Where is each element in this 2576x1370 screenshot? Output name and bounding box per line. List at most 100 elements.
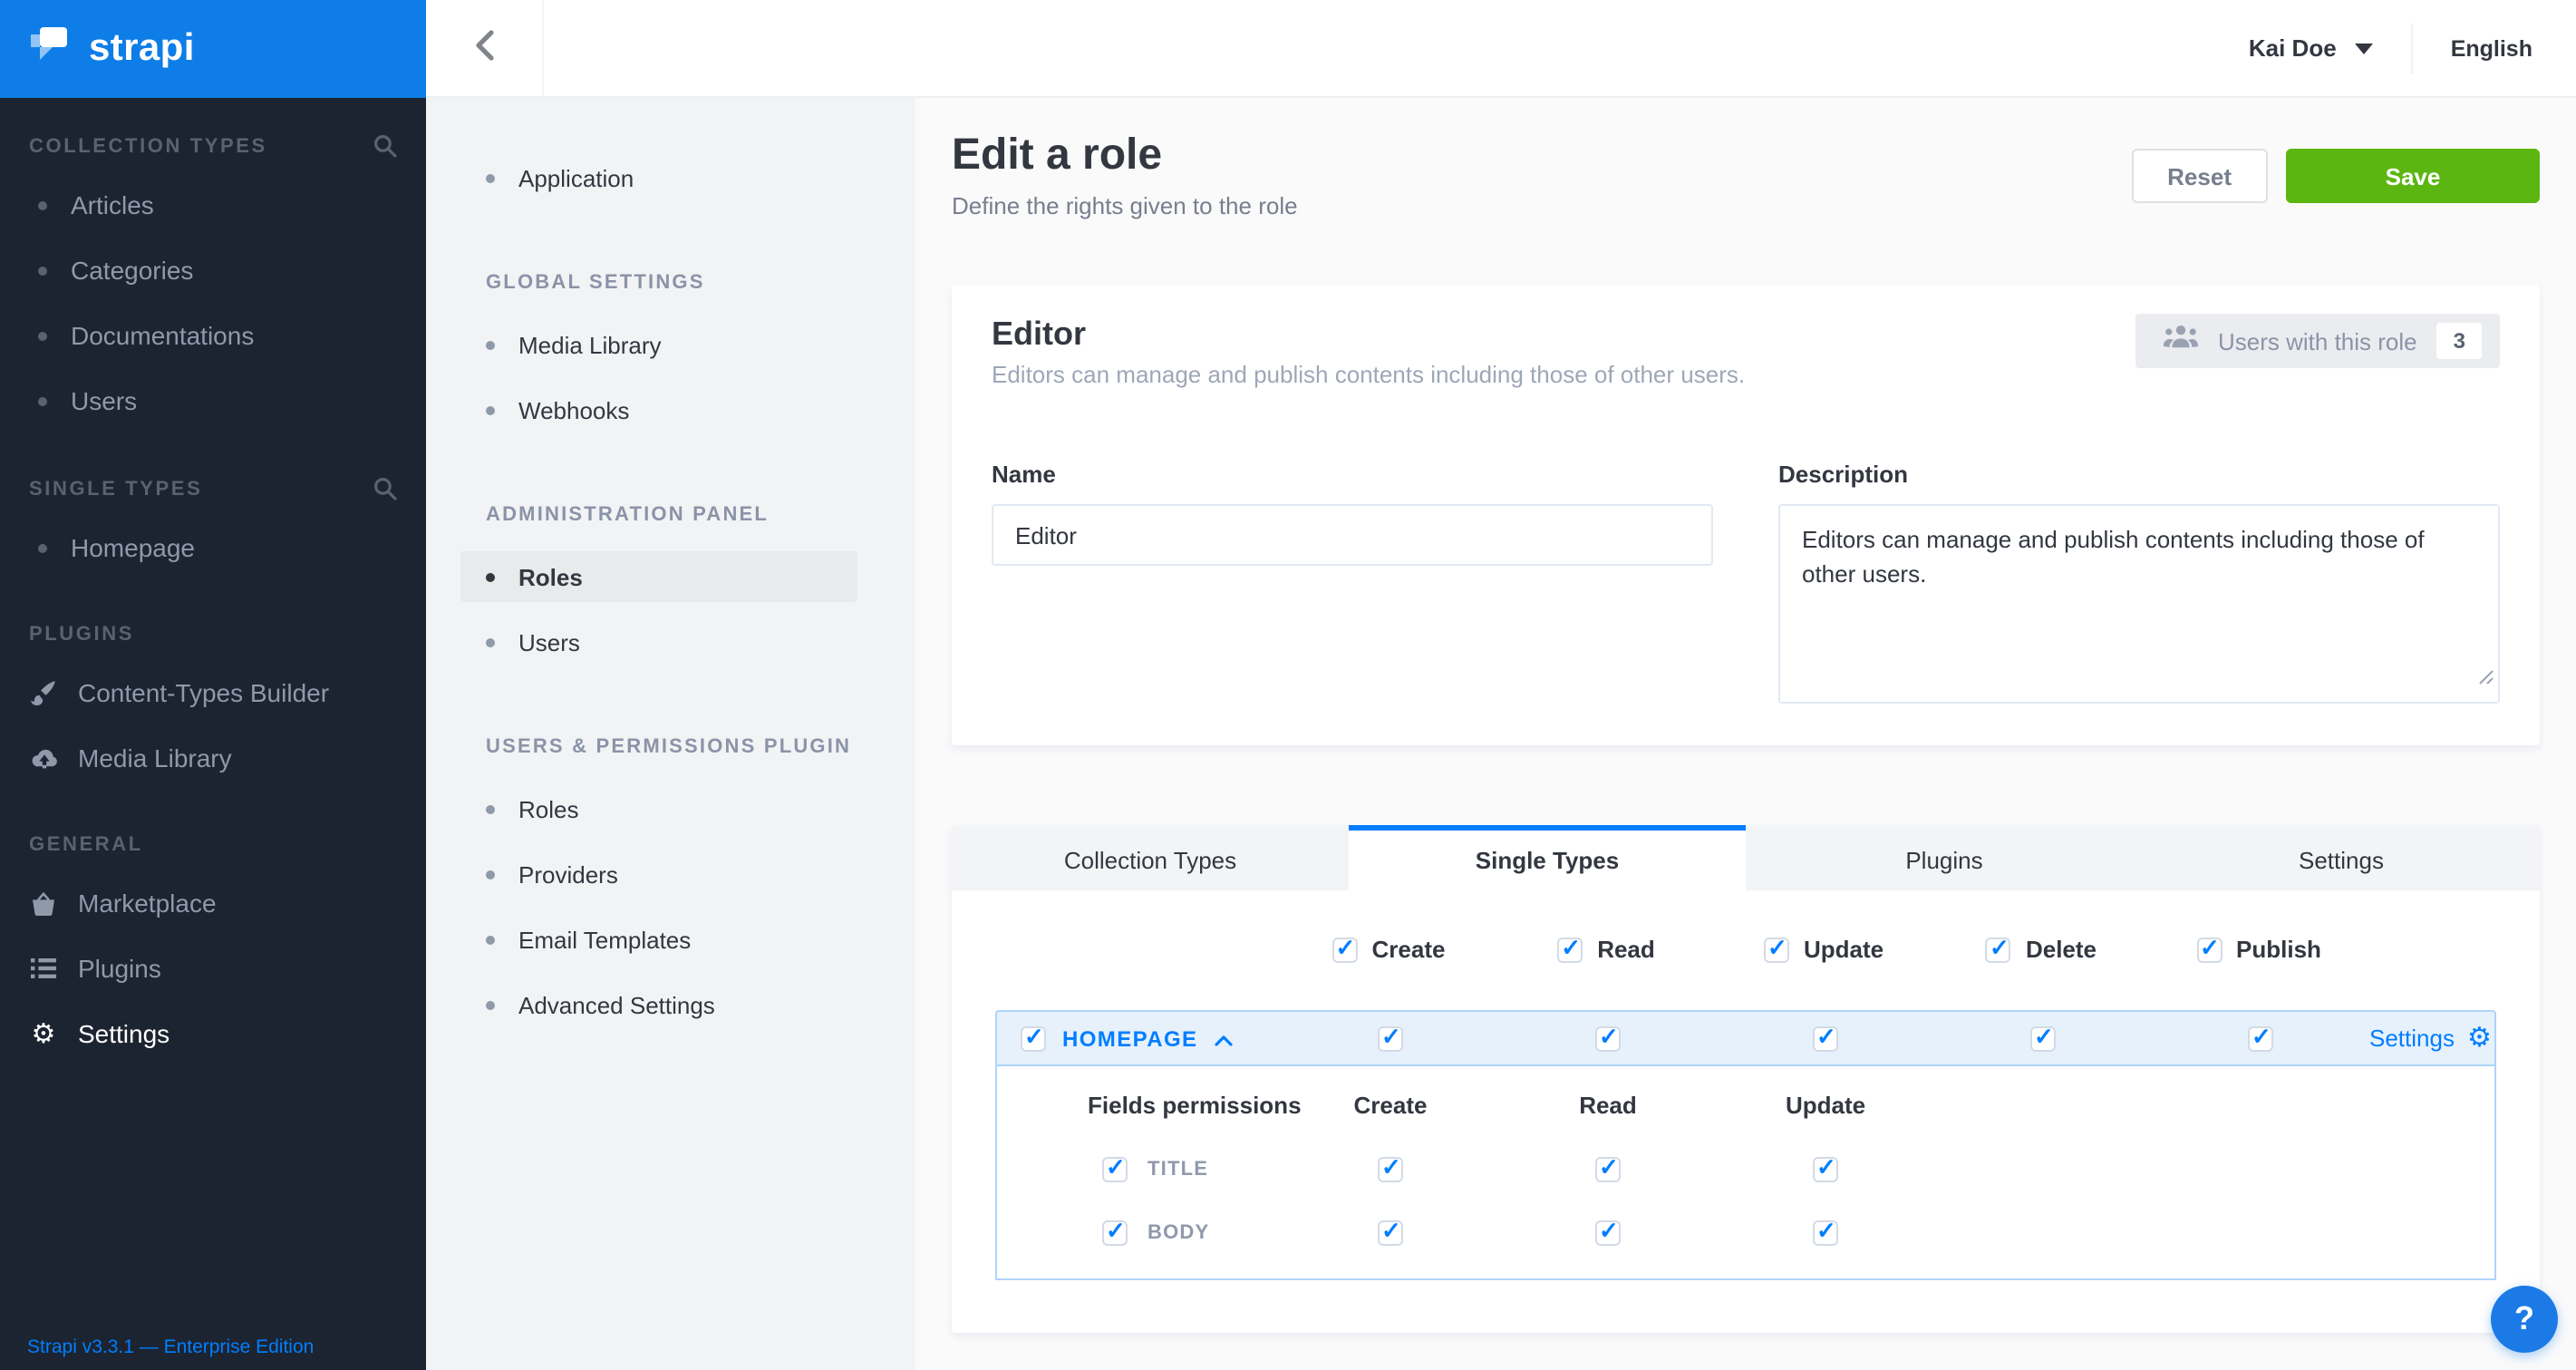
permissions-tabs: Collection Types Single Types Plugins Se… xyxy=(952,825,2540,890)
content-row: Application GLOBAL SETTINGS Media Librar… xyxy=(426,98,2576,1370)
delete-label: Delete xyxy=(2026,936,2097,963)
settings-item-admin-users[interactable]: Users xyxy=(460,617,857,667)
section-title-plugins: PLUGINS xyxy=(29,624,134,646)
tab-plugins[interactable]: Plugins xyxy=(1746,825,2143,890)
gear-icon: ⚙ xyxy=(29,1020,58,1047)
fields-permissions-header: Fields permissions Create Read Update xyxy=(997,1092,2494,1119)
homepage-link[interactable]: HOMEPAGE xyxy=(1062,1025,1197,1051)
settings-item-label: Media Library xyxy=(518,331,662,358)
title-create-checkbox[interactable] xyxy=(1378,1157,1403,1182)
settings-item-label: Users xyxy=(518,628,580,656)
settings-item-advanced-settings[interactable]: Advanced Settings xyxy=(460,979,857,1030)
settings-item-label: Roles xyxy=(518,795,579,822)
homepage-create-checkbox[interactable] xyxy=(1378,1025,1403,1051)
settings-section-global: GLOBAL SETTINGS xyxy=(486,272,857,294)
settings-item-label: Email Templates xyxy=(518,926,691,953)
settings-item-providers[interactable]: Providers xyxy=(460,849,857,899)
tab-settings[interactable]: Settings xyxy=(2143,825,2540,890)
back-button[interactable] xyxy=(426,0,544,96)
body-field-checkbox[interactable] xyxy=(1102,1220,1128,1246)
sidebar-item-media-library[interactable]: Media Library xyxy=(0,725,426,791)
tab-single-types[interactable]: Single Types xyxy=(1349,825,1746,890)
body-read-checkbox[interactable] xyxy=(1595,1220,1621,1246)
create-label: Create xyxy=(1372,936,1446,963)
title-field-checkbox[interactable] xyxy=(1102,1157,1128,1182)
sidebar-item-settings[interactable]: ⚙ Settings xyxy=(0,1001,426,1066)
sidebar-item-plugins[interactable]: Plugins xyxy=(0,936,426,1001)
strapi-logo[interactable]: strapi xyxy=(0,0,426,98)
sidebar-section-single-types: SINGLE TYPES Homepage xyxy=(0,477,426,580)
settings-item-media-library[interactable]: Media Library xyxy=(460,319,857,370)
reset-button[interactable]: Reset xyxy=(2131,149,2268,203)
gear-icon: ⚙ xyxy=(2467,1025,2492,1052)
sidebar-item-categories[interactable]: Categories xyxy=(0,238,426,303)
sidebar-section-collection-types: COLLECTION TYPES Articles Categories Doc… xyxy=(0,134,426,433)
tab-collection-types[interactable]: Collection Types xyxy=(952,825,1349,890)
sidebar-item-label: Content-Types Builder xyxy=(78,678,329,707)
users-badge-label: Users with this role xyxy=(2218,327,2417,355)
homepage-settings-link[interactable]: Settings ⚙ xyxy=(2369,1025,2513,1052)
topbar-right: Kai Doe English xyxy=(2249,23,2576,73)
name-label: Name xyxy=(992,461,1713,488)
homepage-delete-checkbox[interactable] xyxy=(2030,1025,2056,1051)
update-all-checkbox[interactable] xyxy=(1764,937,1789,962)
users-group-icon xyxy=(2162,325,2198,357)
sidebar-item-label: Documentations xyxy=(71,321,254,350)
cloud-upload-icon xyxy=(29,748,58,768)
settings-item-email-templates[interactable]: Email Templates xyxy=(460,914,857,965)
role-card: Editor Editors can manage and publish co… xyxy=(952,285,2540,745)
settings-item-webhooks[interactable]: Webhooks xyxy=(460,384,857,435)
sidebar-item-documentations[interactable]: Documentations xyxy=(0,303,426,368)
bullet-icon xyxy=(486,173,495,182)
language-selector[interactable]: English xyxy=(2451,35,2532,61)
description-field[interactable]: Editors can manage and publish contents … xyxy=(1778,504,2500,704)
settings-item-application[interactable]: Application xyxy=(460,152,857,203)
chevron-up-icon[interactable] xyxy=(1214,1022,1232,1054)
section-title-collection-types: COLLECTION TYPES xyxy=(29,135,267,157)
name-field[interactable] xyxy=(992,504,1713,566)
version-link[interactable]: Strapi v3.3.1 — Enterprise Edition xyxy=(0,1336,426,1370)
global-actions-row: Create Read Update Delete xyxy=(995,936,2496,963)
bullet-icon xyxy=(486,1000,495,1009)
field-name: BODY xyxy=(1148,1222,1209,1244)
sidebar-item-users[interactable]: Users xyxy=(0,368,426,433)
col-update: Update xyxy=(1786,1092,1865,1119)
users-with-role-badge[interactable]: Users with this role 3 xyxy=(2135,314,2500,368)
sidebar-item-marketplace[interactable]: Marketplace xyxy=(0,870,426,936)
help-button[interactable]: ? xyxy=(2491,1286,2558,1353)
content-type-row-homepage: HOMEPAGE Settings ⚙ xyxy=(995,1010,2496,1066)
title-update-checkbox[interactable] xyxy=(1813,1157,1838,1182)
homepage-publish-checkbox[interactable] xyxy=(2248,1025,2273,1051)
search-icon[interactable] xyxy=(373,477,397,500)
sidebar-item-homepage[interactable]: Homepage xyxy=(0,515,426,580)
search-icon[interactable] xyxy=(373,134,397,158)
settings-sidebar: Application GLOBAL SETTINGS Media Librar… xyxy=(426,98,915,1370)
settings-section-users-permissions: USERS & PERMISSIONS PLUGIN xyxy=(486,736,857,758)
save-button[interactable]: Save xyxy=(2286,149,2540,203)
body-update-checkbox[interactable] xyxy=(1813,1220,1838,1246)
field-name: TITLE xyxy=(1148,1159,1208,1181)
read-label: Read xyxy=(1597,936,1655,963)
body-create-checkbox[interactable] xyxy=(1378,1220,1403,1246)
settings-item-up-roles[interactable]: Roles xyxy=(460,783,857,834)
homepage-checkbox[interactable] xyxy=(1021,1025,1046,1051)
section-title-general: GENERAL xyxy=(29,834,143,856)
section-title-single-types: SINGLE TYPES xyxy=(29,478,202,500)
delete-all-checkbox[interactable] xyxy=(1986,937,2011,962)
bullet-icon xyxy=(486,405,495,414)
user-menu[interactable]: Kai Doe xyxy=(2249,34,2373,62)
sidebar-item-content-types-builder[interactable]: Content-Types Builder xyxy=(0,660,426,725)
publish-all-checkbox[interactable] xyxy=(2196,937,2222,962)
title-read-checkbox[interactable] xyxy=(1595,1157,1621,1182)
sidebar-item-label: Users xyxy=(71,386,137,415)
sidebar-item-articles[interactable]: Articles xyxy=(0,172,426,238)
homepage-update-checkbox[interactable] xyxy=(1813,1025,1838,1051)
create-all-checkbox[interactable] xyxy=(1332,937,1358,962)
brand-name: strapi xyxy=(89,27,195,71)
homepage-read-checkbox[interactable] xyxy=(1595,1025,1621,1051)
settings-item-roles[interactable]: Roles xyxy=(460,551,857,602)
read-all-checkbox[interactable] xyxy=(1557,937,1583,962)
list-icon xyxy=(29,957,58,979)
sidebar-item-label: Categories xyxy=(71,256,193,285)
bullet-icon xyxy=(486,572,495,581)
